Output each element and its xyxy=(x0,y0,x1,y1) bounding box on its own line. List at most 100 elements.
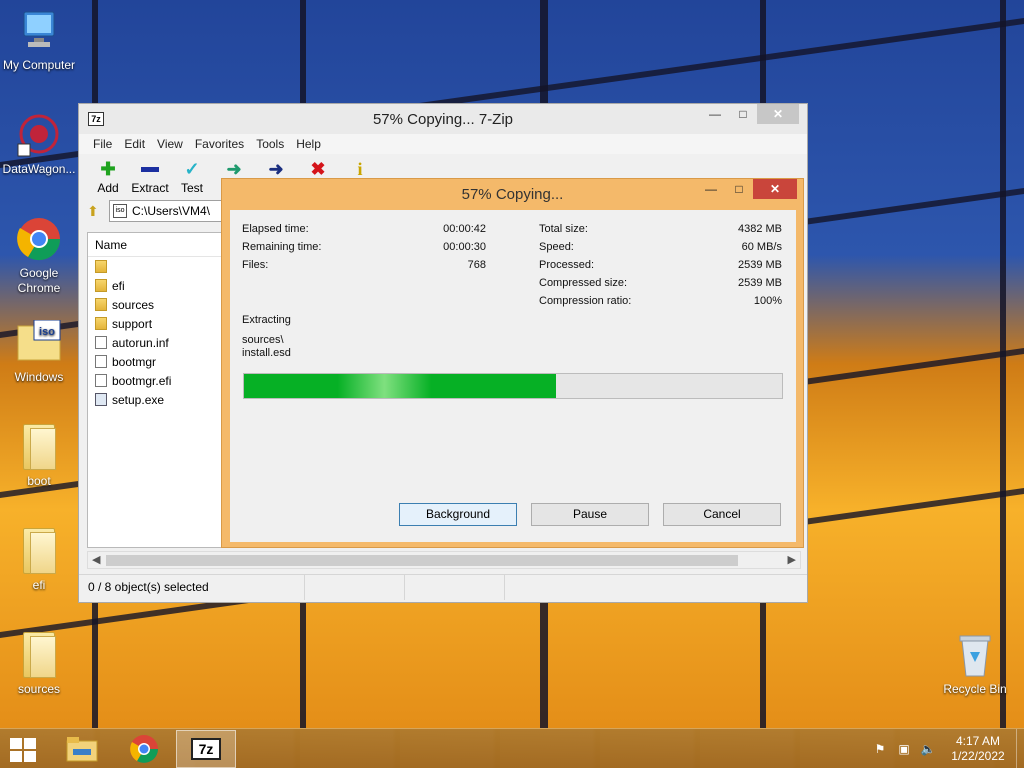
extract-icon xyxy=(129,160,171,178)
desktop-icon-chrome[interactable]: Google Chrome xyxy=(0,216,78,296)
menu-file[interactable]: File xyxy=(87,134,118,154)
computer-icon xyxy=(16,8,62,54)
file-name: sources xyxy=(112,297,155,312)
desktop-icon-label: efi xyxy=(32,578,46,592)
chrome-icon xyxy=(16,216,62,262)
menu-help[interactable]: Help xyxy=(290,134,327,154)
files-label: Files: xyxy=(242,259,269,271)
action-center-flag-icon[interactable]: ⚑ xyxy=(868,742,892,756)
folder-icon xyxy=(95,260,107,273)
scroll-left-icon[interactable]: ◀ xyxy=(92,553,100,566)
volume-muted-icon[interactable]: 🔈 xyxy=(916,742,940,756)
add-icon: ✚ xyxy=(100,158,116,179)
close-button[interactable]: ✕ xyxy=(757,104,799,124)
add-button[interactable]: ✚ Add xyxy=(87,154,129,198)
files-value: 768 xyxy=(467,259,486,271)
delete-icon: ✖ xyxy=(310,158,326,179)
move-icon: ➜ xyxy=(268,158,284,179)
status-bar: 0 / 8 object(s) selected xyxy=(79,574,807,600)
folder-icon xyxy=(16,424,62,470)
dialog-close-button[interactable]: ✕ xyxy=(753,179,797,199)
compressed-size-value: 2539 MB xyxy=(737,277,782,289)
background-button[interactable]: Background xyxy=(399,503,517,526)
system-tray: ⚑ ▣ 🔈 4:17 AM 1/22/2022 xyxy=(868,729,1024,768)
status-selection: 0 / 8 object(s) selected xyxy=(79,575,305,600)
file-name: autorun.inf xyxy=(112,335,169,350)
scroll-right-icon[interactable]: ▶ xyxy=(788,553,796,566)
compressed-size-label: Compressed size: xyxy=(539,277,628,289)
window-title: 57% Copying... 7-Zip xyxy=(372,111,514,128)
settings-file-icon xyxy=(95,336,107,349)
taskbar-chrome[interactable] xyxy=(114,730,174,768)
desktop-icon-label: Windows xyxy=(14,370,64,384)
folder-icon xyxy=(95,279,107,292)
progress-bar xyxy=(243,373,783,399)
menu-tools[interactable]: Tools xyxy=(250,134,290,154)
elapsed-label: Elapsed time: xyxy=(242,223,309,235)
file-name: support xyxy=(112,316,153,331)
remaining-value: 00:00:30 xyxy=(443,241,486,253)
dialog-maximize-button[interactable]: □ xyxy=(725,179,753,199)
folder-icon xyxy=(16,632,62,678)
compression-ratio-label: Compression ratio: xyxy=(539,295,632,307)
maximize-button[interactable]: □ xyxy=(729,104,757,124)
minimize-button[interactable]: — xyxy=(701,104,729,124)
folder-icon xyxy=(95,298,107,311)
desktop-icon-datawagon[interactable]: DataWagon... xyxy=(0,112,78,177)
iso-disc-icon: iso xyxy=(16,319,62,366)
folder-icon xyxy=(16,528,62,574)
file-name: setup.exe xyxy=(112,392,165,407)
clock-time: 4:17 AM xyxy=(955,734,1001,748)
desktop-icon-label: My Computer xyxy=(2,58,76,72)
total-size-value: 4382 MB xyxy=(737,223,782,235)
current-path: sources\ xyxy=(242,334,284,346)
datawagon-icon xyxy=(16,112,62,158)
clock[interactable]: 4:17 AM 1/22/2022 xyxy=(940,734,1016,764)
windows-logo-icon xyxy=(10,738,22,749)
start-button[interactable] xyxy=(10,738,38,762)
menu-view[interactable]: View xyxy=(151,134,189,154)
file-name: efi xyxy=(112,278,125,293)
toolbar-label: Test xyxy=(180,181,203,195)
desktop-icon-label: boot xyxy=(27,474,51,488)
remaining-label: Remaining time: xyxy=(242,241,322,253)
menu-edit[interactable]: Edit xyxy=(118,134,151,154)
desktop-icon-my-computer[interactable]: My Computer xyxy=(0,8,78,73)
horizontal-scrollbar[interactable]: ◀ ▶ xyxy=(87,551,801,569)
clock-date: 1/22/2022 xyxy=(951,749,1005,763)
folder-up-icon[interactable]: ⬆ xyxy=(87,203,109,220)
test-button[interactable]: ✓ Test xyxy=(171,154,213,198)
dialog-minimize-button[interactable]: — xyxy=(697,179,725,199)
taskbar-7zip[interactable]: 7z xyxy=(176,730,236,768)
network-icon[interactable]: ▣ xyxy=(892,742,916,756)
executable-icon xyxy=(95,393,107,406)
total-size-label: Total size: xyxy=(539,223,588,235)
test-icon: ✓ xyxy=(184,158,200,179)
processed-value: 2539 MB xyxy=(737,259,782,271)
desktop-icon-efi[interactable]: efi xyxy=(0,528,78,593)
menu-favorites[interactable]: Favorites xyxy=(189,134,250,154)
desktop-icon-windows-iso[interactable]: iso Windows xyxy=(0,319,78,385)
show-desktop-button[interactable] xyxy=(1016,729,1024,768)
progress-bar-fill xyxy=(244,374,557,398)
desktop-icon-recycle-bin[interactable]: Recycle Bin xyxy=(936,632,1014,697)
status-cell xyxy=(305,575,405,600)
taskbar: 7z ⚑ ▣ 🔈 4:17 AM 1/22/2022 xyxy=(0,728,1024,768)
taskbar-file-explorer[interactable] xyxy=(52,730,112,768)
toolbar-label: Add xyxy=(97,181,119,195)
toolbar-label: Extract xyxy=(131,181,169,195)
desktop-icon-boot[interactable]: boot xyxy=(0,424,78,489)
pause-button[interactable]: Pause xyxy=(531,503,649,526)
desktop-icon-sources[interactable]: sources xyxy=(0,632,78,697)
speed-value: 60 MB/s xyxy=(741,241,782,253)
file-name: bootmgr.efi xyxy=(112,373,172,388)
desktop-icon-label: sources xyxy=(17,682,61,696)
file-icon xyxy=(95,355,107,368)
extract-button[interactable]: Extract xyxy=(129,154,171,198)
elapsed-value: 00:00:42 xyxy=(443,223,486,235)
scrollbar-thumb[interactable] xyxy=(106,555,738,566)
cancel-button[interactable]: Cancel xyxy=(663,503,781,526)
desktop-icon-label: Google Chrome xyxy=(17,266,61,295)
compression-ratio-value: 100% xyxy=(753,295,782,307)
window-titlebar[interactable]: 7z 57% Copying... 7-Zip — □ ✕ xyxy=(79,104,807,134)
